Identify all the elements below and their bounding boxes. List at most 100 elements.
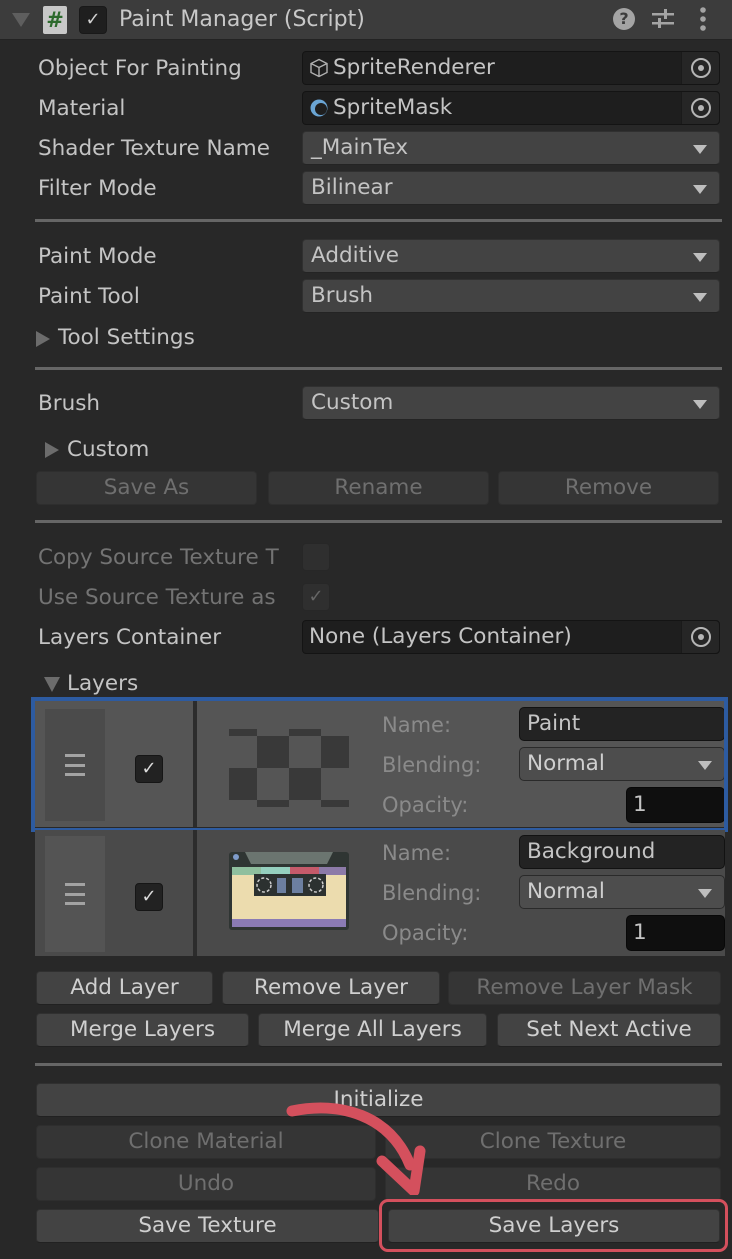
script-icon: # [43,6,67,34]
shader-texture-name-label: Shader Texture Name [38,136,270,161]
tool-settings-label: Tool Settings [58,325,195,350]
component-cube-icon [310,58,328,78]
component-title: Paint Manager (Script) [119,7,365,32]
object-for-painting-field[interactable]: SpriteRenderer [302,51,720,85]
layer-item[interactable]: ✓ Name: Background Blending: Normal Opac… [35,830,725,956]
layer-blending-dropdown[interactable]: Normal [519,875,725,909]
merge-layers-button[interactable]: Merge Layers [36,1013,249,1047]
object-picker-icon [691,98,711,118]
copy-source-texture-label: Copy Source Texture T [38,545,279,570]
clone-material-button[interactable]: Clone Material [36,1125,376,1159]
layer-name-input[interactable]: Paint [519,707,725,741]
brush-dropdown[interactable]: Custom [302,386,720,420]
help-icon[interactable]: ? [613,8,635,30]
layer-thumbnail-cassette [229,852,349,930]
use-source-texture-checkbox[interactable]: ✓ [302,583,330,611]
foldout-collapsed-icon [45,442,59,458]
layer-visible-checkbox[interactable]: ✓ [135,755,163,783]
separator [35,219,722,222]
remove-brush-button[interactable]: Remove [498,471,719,505]
layers-foldout-label: Layers [67,671,139,696]
filter-mode-label: Filter Mode [38,176,157,201]
chevron-down-icon [693,293,707,302]
material-field[interactable]: SpriteMask [302,91,720,125]
layer-thumbnail-checker [229,729,349,807]
layer-name-label: Name: [382,713,452,737]
fold-triangle-icon[interactable] [12,13,30,27]
chevron-down-icon [693,400,707,409]
save-as-button[interactable]: Save As [36,471,257,505]
separator [35,367,722,370]
tool-settings-foldout[interactable]: Tool Settings [35,323,255,355]
layer-blending-value: Normal [527,879,605,904]
shader-texture-name-value: _MainTex [311,135,409,160]
object-picker-icon [691,627,711,647]
layers-container-value: None (Layers Container) [309,624,572,649]
chevron-down-icon [693,253,707,262]
layers-foldout[interactable]: Layers [44,669,194,699]
brush-label: Brush [38,391,101,416]
divider [193,830,197,956]
add-layer-button[interactable]: Add Layer [36,971,213,1005]
layer-opacity-input[interactable]: 1 [626,787,725,823]
undo-button[interactable]: Undo [36,1167,376,1201]
paint-tool-label: Paint Tool [38,284,140,309]
preset-sliders-icon[interactable] [652,8,674,30]
use-source-texture-label: Use Source Texture as [38,585,276,610]
divider [193,701,197,827]
clone-texture-button[interactable]: Clone Texture [385,1125,721,1159]
shader-texture-name-dropdown[interactable]: _MainTex [302,131,720,165]
custom-brush-foldout[interactable]: Custom [44,435,194,467]
layer-opacity-label: Opacity: [382,921,469,945]
custom-brush-label: Custom [67,437,150,462]
merge-all-layers-button[interactable]: Merge All Layers [258,1013,487,1047]
rename-button[interactable]: Rename [268,471,489,505]
layers-container-picker-button[interactable] [681,621,719,653]
material-picker-button[interactable] [681,92,719,124]
component-enable-checkbox[interactable]: ✓ [79,6,107,34]
material-value: SpriteMask [333,95,453,120]
copy-source-texture-checkbox[interactable] [302,543,330,571]
drag-handle-icon [65,754,85,776]
paint-tool-value: Brush [311,283,374,308]
remove-layer-button[interactable]: Remove Layer [222,971,440,1005]
redo-button[interactable]: Redo [385,1167,721,1201]
layer-opacity-input[interactable]: 1 [626,915,725,951]
set-next-active-button[interactable]: Set Next Active [497,1013,721,1047]
object-for-painting-value: SpriteRenderer [333,55,495,80]
layers-container-label: Layers Container [38,625,222,650]
separator [35,520,722,523]
layer-visible-checkbox[interactable]: ✓ [135,883,163,911]
filter-mode-dropdown[interactable]: Bilinear [302,171,720,205]
paint-mode-dropdown[interactable]: Additive [302,239,720,273]
drag-handle[interactable] [45,836,105,952]
remove-layer-mask-button[interactable]: Remove Layer Mask [448,971,721,1005]
object-picker-button[interactable] [681,52,719,84]
drag-handle[interactable] [45,709,105,821]
foldout-expanded-icon [44,677,60,692]
brush-value: Custom [311,390,394,415]
paint-mode-value: Additive [311,243,399,268]
chevron-down-icon [693,185,707,194]
more-menu-icon[interactable] [699,7,707,31]
material-sphere-icon [310,99,328,117]
layer-name-input[interactable]: Background [519,835,725,869]
drag-handle-icon [65,883,85,905]
layer-opacity-label: Opacity: [382,793,469,817]
paint-tool-dropdown[interactable]: Brush [302,279,720,313]
foldout-collapsed-icon [36,331,50,347]
layer-item[interactable]: ✓ Name: Paint Blending: Normal Opacity: … [35,701,725,827]
filter-mode-value: Bilinear [311,175,393,200]
layer-blending-dropdown[interactable]: Normal [519,747,725,781]
initialize-button[interactable]: Initialize [36,1083,721,1117]
chevron-down-icon [698,889,712,898]
save-texture-button[interactable]: Save Texture [36,1209,379,1243]
material-label: Material [38,96,126,121]
component-header: # ✓ Paint Manager (Script) ? [0,0,732,40]
object-picker-icon [691,58,711,78]
save-layers-button[interactable]: Save Layers [388,1209,720,1243]
layer-name-label: Name: [382,841,452,865]
layers-container-field[interactable]: None (Layers Container) [302,620,720,654]
layer-blending-label: Blending: [382,753,482,777]
layer-blending-label: Blending: [382,881,482,905]
